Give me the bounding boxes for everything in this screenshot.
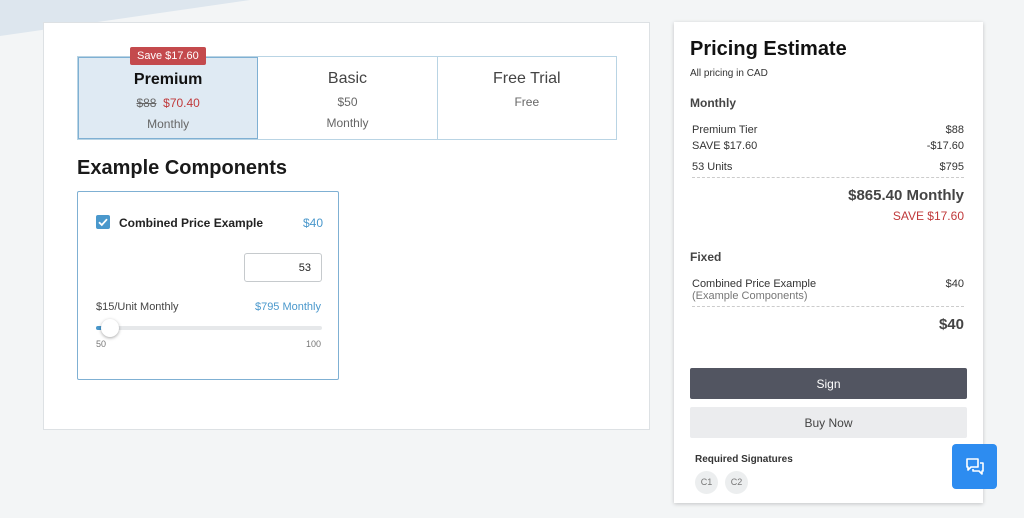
unit-price-label: $15/Unit Monthly (96, 301, 179, 313)
monthly-savings: SAVE $17.60 (892, 209, 964, 223)
original-price: $88 (136, 96, 157, 110)
save-badge: Save $17.60 (130, 47, 206, 65)
tier-basic[interactable]: Basic $50 Monthly (258, 57, 438, 139)
slider-min-label: 50 (96, 339, 107, 349)
row-label: SAVE $17.60 (692, 140, 758, 152)
monthly-total: $865.40 Monthly (848, 187, 964, 204)
quantity-input[interactable] (244, 253, 322, 282)
tier-free-trial[interactable]: Free Trial Free (438, 57, 616, 139)
estimate-row: 53 Units $795 (692, 161, 964, 173)
signature-badge[interactable]: C1 (695, 471, 718, 494)
checkbox[interactable] (96, 215, 110, 229)
row-label: Combined Price Example (692, 278, 817, 290)
pricing-estimate-panel: Pricing Estimate All pricing in CAD Mont… (674, 22, 983, 503)
divider (692, 177, 964, 178)
divider (692, 306, 964, 307)
tier-name: Basic (327, 70, 368, 87)
row-value: $40 (945, 278, 964, 290)
sign-button[interactable]: Sign (690, 368, 967, 399)
row-label: Premium Tier (692, 124, 758, 136)
signature-badge[interactable]: C2 (725, 471, 748, 494)
row-value: $795 (939, 161, 964, 173)
estimate-row: Combined Price Example $40 (692, 278, 964, 290)
row-label: 53 Units (692, 161, 733, 173)
estimate-row-discount: SAVE $17.60 -$17.60 (692, 140, 964, 152)
chat-button[interactable] (952, 444, 997, 489)
component-name: Combined Price Example (119, 216, 264, 230)
tier-period: Monthly (147, 117, 190, 131)
component-card: Combined Price Example $40 $15/Unit Mont… (77, 191, 339, 380)
fixed-total: $40 (938, 316, 964, 333)
slider-max-label: 100 (305, 339, 321, 349)
slider-thumb[interactable] (100, 319, 119, 337)
fixed-section-label: Fixed (690, 250, 722, 264)
quantity-slider[interactable] (96, 319, 322, 337)
estimate-title: Pricing Estimate (690, 38, 847, 60)
unit-total: $795 Monthly (254, 301, 321, 313)
monthly-section-label: Monthly (690, 96, 736, 110)
row-value: $88 (945, 124, 964, 136)
tier-period: Monthly (326, 116, 369, 130)
tier-price: $88 $70.40 (79, 96, 257, 110)
checkmark-icon (98, 218, 108, 227)
row-sublabel: (Example Components) (692, 290, 808, 302)
row-value: -$17.60 (926, 140, 964, 152)
required-signatures-label: Required Signatures (695, 454, 793, 465)
discounted-price: $70.40 (163, 96, 200, 110)
tier-name: Free Trial (493, 70, 561, 87)
tier-selector: Save $17.60 Premium $88 $70.40 Monthly B… (77, 47, 617, 140)
estimate-row: Premium Tier $88 (692, 124, 964, 136)
estimate-subtitle: All pricing in CAD (690, 68, 768, 79)
tier-name: Premium (133, 71, 203, 88)
section-title: Example Components (77, 157, 288, 179)
tier-price: Free (514, 95, 540, 109)
tier-price: $50 (337, 95, 358, 109)
tier-premium[interactable]: Save $17.60 Premium $88 $70.40 Monthly (78, 47, 259, 139)
main-panel: Save $17.60 Premium $88 $70.40 Monthly B… (43, 22, 650, 430)
chat-icon (965, 457, 984, 475)
component-price: $40 (302, 216, 323, 230)
buy-now-button[interactable]: Buy Now (690, 407, 967, 438)
